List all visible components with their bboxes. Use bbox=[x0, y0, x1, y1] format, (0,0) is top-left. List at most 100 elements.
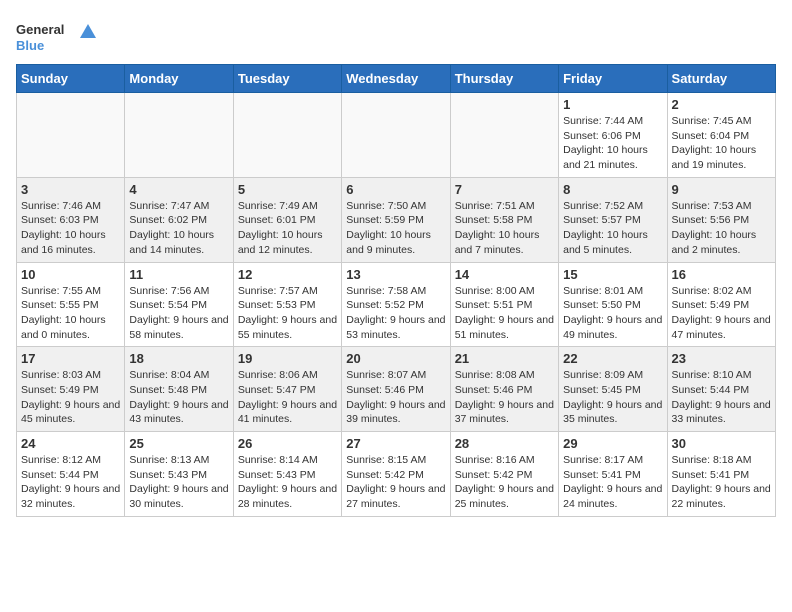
svg-text:General: General bbox=[16, 22, 64, 37]
day-cell: 13 Sunrise: 7:58 AM Sunset: 5:52 PM Dayli… bbox=[342, 262, 450, 347]
day-number: 9 bbox=[672, 182, 771, 197]
day-number: 21 bbox=[455, 351, 554, 366]
day-number: 22 bbox=[563, 351, 662, 366]
day-info: Sunrise: 8:02 AM Sunset: 5:49 PM Dayligh… bbox=[672, 284, 771, 343]
day-cell: 20 Sunrise: 8:07 AM Sunset: 5:46 PM Dayli… bbox=[342, 347, 450, 432]
day-info: Sunrise: 7:45 AM Sunset: 6:04 PM Dayligh… bbox=[672, 114, 771, 173]
day-number: 27 bbox=[346, 436, 445, 451]
day-info: Sunrise: 7:52 AM Sunset: 5:57 PM Dayligh… bbox=[563, 199, 662, 258]
day-info: Sunrise: 8:09 AM Sunset: 5:45 PM Dayligh… bbox=[563, 368, 662, 427]
day-info: Sunrise: 8:06 AM Sunset: 5:47 PM Dayligh… bbox=[238, 368, 337, 427]
logo-svg: General Blue bbox=[16, 16, 96, 56]
week-row-4: 17 Sunrise: 8:03 AM Sunset: 5:49 PM Dayli… bbox=[17, 347, 776, 432]
day-info: Sunrise: 8:10 AM Sunset: 5:44 PM Dayligh… bbox=[672, 368, 771, 427]
day-number: 2 bbox=[672, 97, 771, 112]
day-info: Sunrise: 7:58 AM Sunset: 5:52 PM Dayligh… bbox=[346, 284, 445, 343]
day-cell: 11Sunrise: 7:56 AM Sunset: 5:54 PM Dayli… bbox=[125, 262, 233, 347]
day-cell: 3 Sunrise: 7:46 AM Sunset: 6:03 PM Daylig… bbox=[17, 177, 125, 262]
day-number: 8 bbox=[563, 182, 662, 197]
logo: General Blue bbox=[16, 16, 96, 56]
header-tuesday: Tuesday bbox=[233, 65, 341, 93]
day-cell: 30 Sunrise: 8:18 AM Sunset: 5:41 PM Dayli… bbox=[667, 432, 775, 517]
day-number: 10 bbox=[21, 267, 120, 282]
day-info: Sunrise: 8:03 AM Sunset: 5:49 PM Dayligh… bbox=[21, 368, 120, 427]
day-info: Sunrise: 8:00 AM Sunset: 5:51 PM Dayligh… bbox=[455, 284, 554, 343]
day-number: 17 bbox=[21, 351, 120, 366]
header-saturday: Saturday bbox=[667, 65, 775, 93]
week-row-1: 1Sunrise: 7:44 AM Sunset: 6:06 PM Daylig… bbox=[17, 93, 776, 178]
day-number: 14 bbox=[455, 267, 554, 282]
day-cell: 21 Sunrise: 8:08 AM Sunset: 5:46 PM Dayli… bbox=[450, 347, 558, 432]
day-info: Sunrise: 8:13 AM Sunset: 5:43 PM Dayligh… bbox=[129, 453, 228, 512]
day-cell: 1Sunrise: 7:44 AM Sunset: 6:06 PM Daylig… bbox=[559, 93, 667, 178]
day-number: 3 bbox=[21, 182, 120, 197]
day-cell: 28Sunrise: 8:16 AM Sunset: 5:42 PM Dayli… bbox=[450, 432, 558, 517]
day-info: Sunrise: 7:49 AM Sunset: 6:01 PM Dayligh… bbox=[238, 199, 337, 258]
day-info: Sunrise: 7:53 AM Sunset: 5:56 PM Dayligh… bbox=[672, 199, 771, 258]
day-info: Sunrise: 8:07 AM Sunset: 5:46 PM Dayligh… bbox=[346, 368, 445, 427]
day-cell: 7 Sunrise: 7:51 AM Sunset: 5:58 PM Daylig… bbox=[450, 177, 558, 262]
day-cell: 19 Sunrise: 8:06 AM Sunset: 5:47 PM Dayli… bbox=[233, 347, 341, 432]
calendar-header-row: SundayMondayTuesdayWednesdayThursdayFrid… bbox=[17, 65, 776, 93]
day-cell bbox=[233, 93, 341, 178]
day-cell: 12 Sunrise: 7:57 AM Sunset: 5:53 PM Dayli… bbox=[233, 262, 341, 347]
day-cell: 15 Sunrise: 8:01 AM Sunset: 5:50 PM Dayli… bbox=[559, 262, 667, 347]
day-cell: 14 Sunrise: 8:00 AM Sunset: 5:51 PM Dayli… bbox=[450, 262, 558, 347]
day-info: Sunrise: 7:47 AM Sunset: 6:02 PM Dayligh… bbox=[129, 199, 228, 258]
day-cell bbox=[342, 93, 450, 178]
day-cell: 2 Sunrise: 7:45 AM Sunset: 6:04 PM Daylig… bbox=[667, 93, 775, 178]
day-number: 7 bbox=[455, 182, 554, 197]
day-info: Sunrise: 7:50 AM Sunset: 5:59 PM Dayligh… bbox=[346, 199, 445, 258]
day-number: 19 bbox=[238, 351, 337, 366]
header: General Blue bbox=[16, 16, 776, 56]
day-cell: 6Sunrise: 7:50 AM Sunset: 5:59 PM Daylig… bbox=[342, 177, 450, 262]
day-number: 25 bbox=[129, 436, 228, 451]
day-number: 30 bbox=[672, 436, 771, 451]
week-row-3: 10Sunrise: 7:55 AM Sunset: 5:55 PM Dayli… bbox=[17, 262, 776, 347]
day-cell: 22 Sunrise: 8:09 AM Sunset: 5:45 PM Dayli… bbox=[559, 347, 667, 432]
day-cell: 4 Sunrise: 7:47 AM Sunset: 6:02 PM Daylig… bbox=[125, 177, 233, 262]
header-sunday: Sunday bbox=[17, 65, 125, 93]
day-number: 26 bbox=[238, 436, 337, 451]
day-info: Sunrise: 8:15 AM Sunset: 5:42 PM Dayligh… bbox=[346, 453, 445, 512]
day-number: 18 bbox=[129, 351, 228, 366]
day-cell bbox=[450, 93, 558, 178]
day-cell bbox=[17, 93, 125, 178]
day-number: 13 bbox=[346, 267, 445, 282]
day-cell bbox=[125, 93, 233, 178]
week-row-5: 24 Sunrise: 8:12 AM Sunset: 5:44 PM Dayli… bbox=[17, 432, 776, 517]
day-info: Sunrise: 8:14 AM Sunset: 5:43 PM Dayligh… bbox=[238, 453, 337, 512]
day-number: 20 bbox=[346, 351, 445, 366]
day-info: Sunrise: 8:04 AM Sunset: 5:48 PM Dayligh… bbox=[129, 368, 228, 427]
day-info: Sunrise: 8:12 AM Sunset: 5:44 PM Dayligh… bbox=[21, 453, 120, 512]
day-cell: 10Sunrise: 7:55 AM Sunset: 5:55 PM Dayli… bbox=[17, 262, 125, 347]
day-info: Sunrise: 8:18 AM Sunset: 5:41 PM Dayligh… bbox=[672, 453, 771, 512]
day-number: 4 bbox=[129, 182, 228, 197]
day-cell: 29Sunrise: 8:17 AM Sunset: 5:41 PM Dayli… bbox=[559, 432, 667, 517]
header-thursday: Thursday bbox=[450, 65, 558, 93]
day-info: Sunrise: 7:56 AM Sunset: 5:54 PM Dayligh… bbox=[129, 284, 228, 343]
day-cell: 5 Sunrise: 7:49 AM Sunset: 6:01 PM Daylig… bbox=[233, 177, 341, 262]
day-info: Sunrise: 7:51 AM Sunset: 5:58 PM Dayligh… bbox=[455, 199, 554, 258]
day-number: 29 bbox=[563, 436, 662, 451]
calendar-table: SundayMondayTuesdayWednesdayThursdayFrid… bbox=[16, 64, 776, 517]
svg-text:Blue: Blue bbox=[16, 38, 44, 53]
day-info: Sunrise: 8:08 AM Sunset: 5:46 PM Dayligh… bbox=[455, 368, 554, 427]
day-number: 24 bbox=[21, 436, 120, 451]
day-cell: 9 Sunrise: 7:53 AM Sunset: 5:56 PM Daylig… bbox=[667, 177, 775, 262]
day-cell: 26 Sunrise: 8:14 AM Sunset: 5:43 PM Dayli… bbox=[233, 432, 341, 517]
day-info: Sunrise: 7:57 AM Sunset: 5:53 PM Dayligh… bbox=[238, 284, 337, 343]
day-info: Sunrise: 8:01 AM Sunset: 5:50 PM Dayligh… bbox=[563, 284, 662, 343]
day-info: Sunrise: 7:46 AM Sunset: 6:03 PM Dayligh… bbox=[21, 199, 120, 258]
header-friday: Friday bbox=[559, 65, 667, 93]
week-row-2: 3 Sunrise: 7:46 AM Sunset: 6:03 PM Daylig… bbox=[17, 177, 776, 262]
header-wednesday: Wednesday bbox=[342, 65, 450, 93]
day-number: 16 bbox=[672, 267, 771, 282]
day-number: 15 bbox=[563, 267, 662, 282]
day-cell: 23 Sunrise: 8:10 AM Sunset: 5:44 PM Dayli… bbox=[667, 347, 775, 432]
day-number: 5 bbox=[238, 182, 337, 197]
day-number: 12 bbox=[238, 267, 337, 282]
day-cell: 17 Sunrise: 8:03 AM Sunset: 5:49 PM Dayli… bbox=[17, 347, 125, 432]
day-number: 28 bbox=[455, 436, 554, 451]
day-number: 23 bbox=[672, 351, 771, 366]
